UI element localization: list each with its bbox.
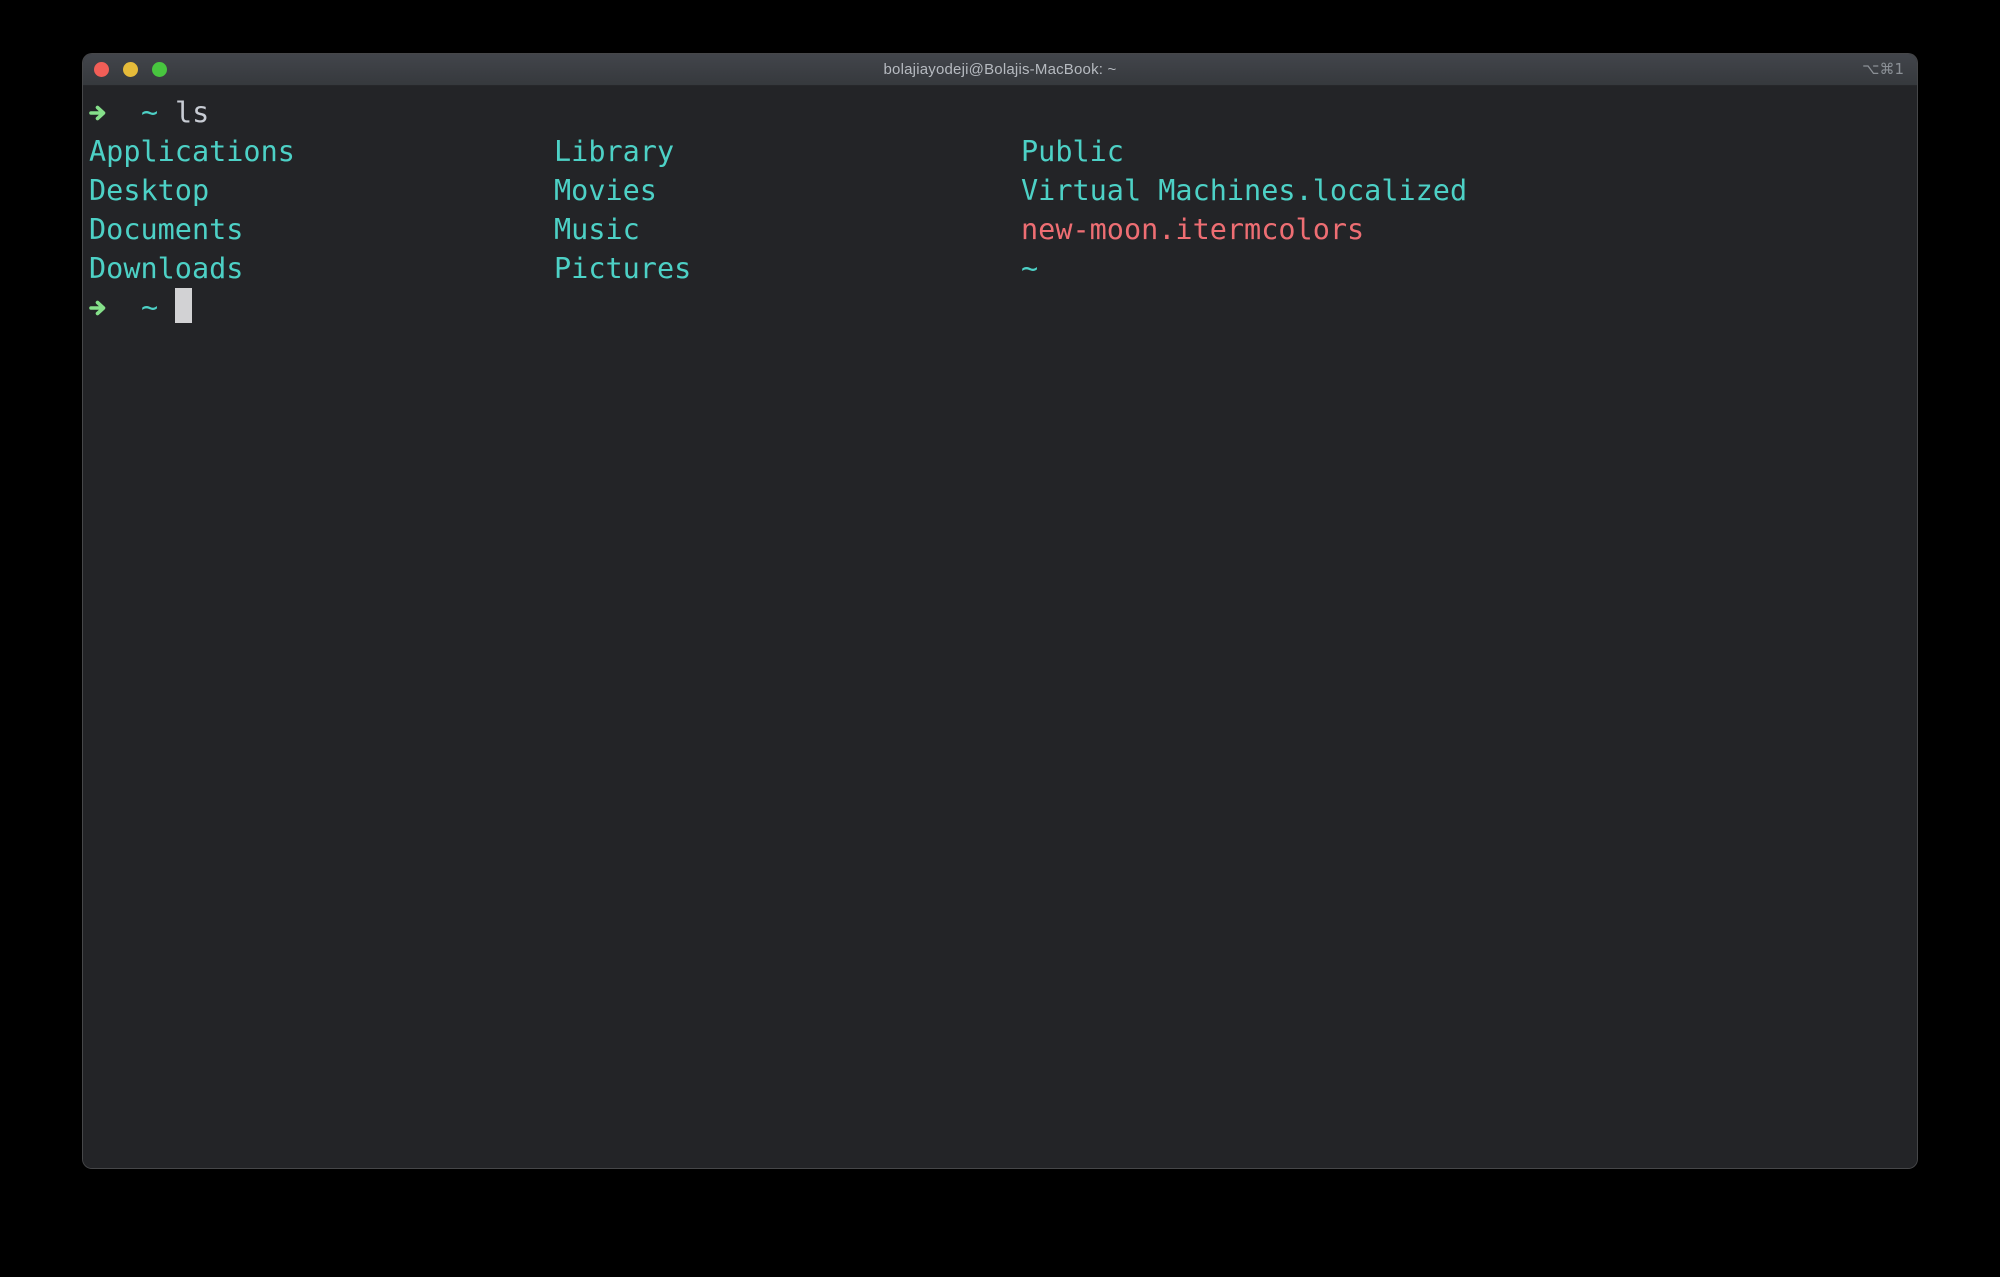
prompt-line: ~: [89, 288, 1911, 327]
file-entry: Movies: [554, 174, 657, 207]
ls-output-row: Applications Library Public: [89, 132, 1911, 171]
terminal-cursor: [175, 288, 192, 323]
file-entry: new-moon.itermcolors: [1021, 213, 1365, 246]
window-title: bolajiayodeji@Bolajis-MacBook: ~: [883, 61, 1117, 78]
arrow-right-icon: [89, 300, 106, 316]
file-entry: Music: [554, 213, 640, 246]
file-entry: Library: [554, 135, 675, 168]
prompt-command: ls: [175, 96, 210, 129]
ls-output-row: Documents Music new-moon.itermcolors: [89, 210, 1911, 249]
file-entry: Documents: [89, 213, 244, 246]
file-entry: Public: [1021, 135, 1124, 168]
arrow-right-icon: [89, 105, 106, 121]
prompt-line: ~ ls: [89, 93, 1911, 132]
file-entry: Desktop: [89, 174, 210, 207]
terminal-screen[interactable]: ~ ls Applications Library Public Desktop…: [83, 86, 1917, 1168]
file-entry: Virtual Machines.localized: [1021, 174, 1468, 207]
file-entry: Downloads: [89, 252, 244, 285]
terminal-window: bolajiayodeji@Bolajis-MacBook: ~ ⌥⌘1 ~ l…: [82, 53, 1918, 1169]
file-entry: Pictures: [554, 252, 692, 285]
window-titlebar[interactable]: bolajiayodeji@Bolajis-MacBook: ~ ⌥⌘1: [83, 54, 1917, 86]
file-entry: ~: [1021, 252, 1039, 285]
ls-output-row: Downloads Pictures ~: [89, 249, 1911, 288]
prompt-path: ~: [141, 96, 159, 129]
prompt-path: ~: [141, 291, 159, 324]
file-entry: Applications: [89, 135, 295, 168]
ls-output-row: Desktop Movies Virtual Machines.localize…: [89, 171, 1911, 210]
window-shortcut-badge: ⌥⌘1: [1862, 60, 1904, 78]
